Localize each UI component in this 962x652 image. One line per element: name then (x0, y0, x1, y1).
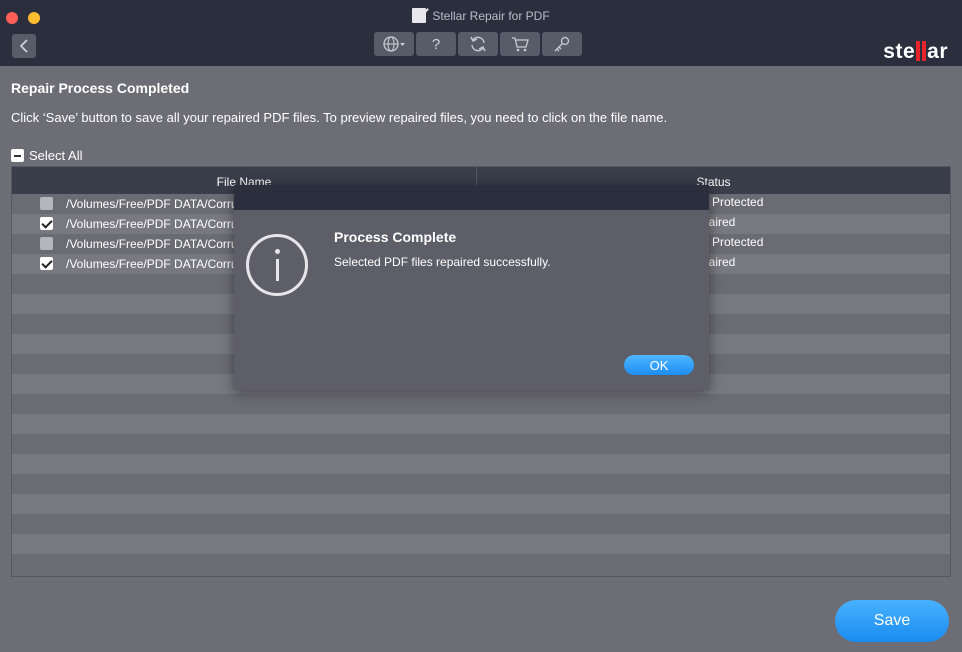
table-row (12, 434, 950, 454)
file-path[interactable]: /Volumes/Free/PDF DATA/Corru (66, 197, 238, 211)
row-checkbox[interactable] (40, 197, 53, 210)
file-path[interactable]: /Volumes/Free/PDF DATA/Corru (66, 217, 238, 231)
select-all-checkbox[interactable]: Select All (11, 148, 82, 163)
activate-button[interactable] (542, 32, 582, 56)
page-title: Repair Process Completed (11, 80, 190, 96)
info-icon (246, 234, 308, 296)
language-button[interactable] (374, 32, 414, 56)
table-row (12, 454, 950, 474)
process-complete-dialog: Process Complete Selected PDF files repa… (234, 185, 709, 390)
table-row (12, 514, 950, 534)
table-row (12, 474, 950, 494)
logo-text-suffix: ar (927, 40, 948, 63)
row-checkbox[interactable] (40, 237, 53, 250)
dialog-title: Process Complete (334, 229, 457, 245)
back-button[interactable] (12, 34, 36, 58)
window-title-area: Stellar Repair for PDF (0, 8, 962, 23)
question-icon: ? (431, 35, 441, 53)
save-button[interactable]: Save (835, 600, 949, 642)
buy-button[interactable] (500, 32, 540, 56)
title-bar: Stellar Repair for PDF ? ste ar (0, 0, 962, 66)
table-row (12, 414, 950, 434)
minus-checkbox-icon (11, 149, 24, 162)
instruction-text: Click ‘Save’ button to save all your rep… (11, 110, 668, 125)
dialog-title-bar (234, 185, 709, 210)
cart-icon (512, 37, 529, 52)
table-row (12, 534, 950, 554)
row-checkbox[interactable] (40, 257, 53, 270)
logo-text-prefix: ste (883, 40, 916, 63)
table-row (12, 494, 950, 514)
app-doc-icon (412, 8, 427, 23)
table-row (12, 554, 950, 574)
file-status: d Protected (702, 235, 764, 249)
help-button[interactable]: ? (416, 32, 456, 56)
table-row (12, 394, 950, 414)
globe-icon (383, 36, 405, 52)
refresh-icon (470, 36, 486, 52)
row-checkbox[interactable] (40, 217, 53, 230)
logo-red-bars (915, 41, 927, 61)
stellar-logo: ste ar (883, 40, 948, 64)
file-status: d Protected (702, 195, 764, 209)
update-button[interactable] (458, 32, 498, 56)
chevron-left-icon (19, 39, 28, 53)
dialog-message: Selected PDF files repaired successfully… (334, 255, 551, 269)
ok-button[interactable]: OK (624, 355, 694, 375)
select-all-label: Select All (29, 148, 83, 163)
window-title: Stellar Repair for PDF (432, 9, 550, 23)
key-icon (554, 36, 570, 52)
file-path[interactable]: /Volumes/Free/PDF DATA/Corru (66, 237, 238, 251)
toolbar: ? (374, 32, 582, 56)
file-path[interactable]: /Volumes/Free/PDF DATA/Corru (66, 257, 238, 271)
